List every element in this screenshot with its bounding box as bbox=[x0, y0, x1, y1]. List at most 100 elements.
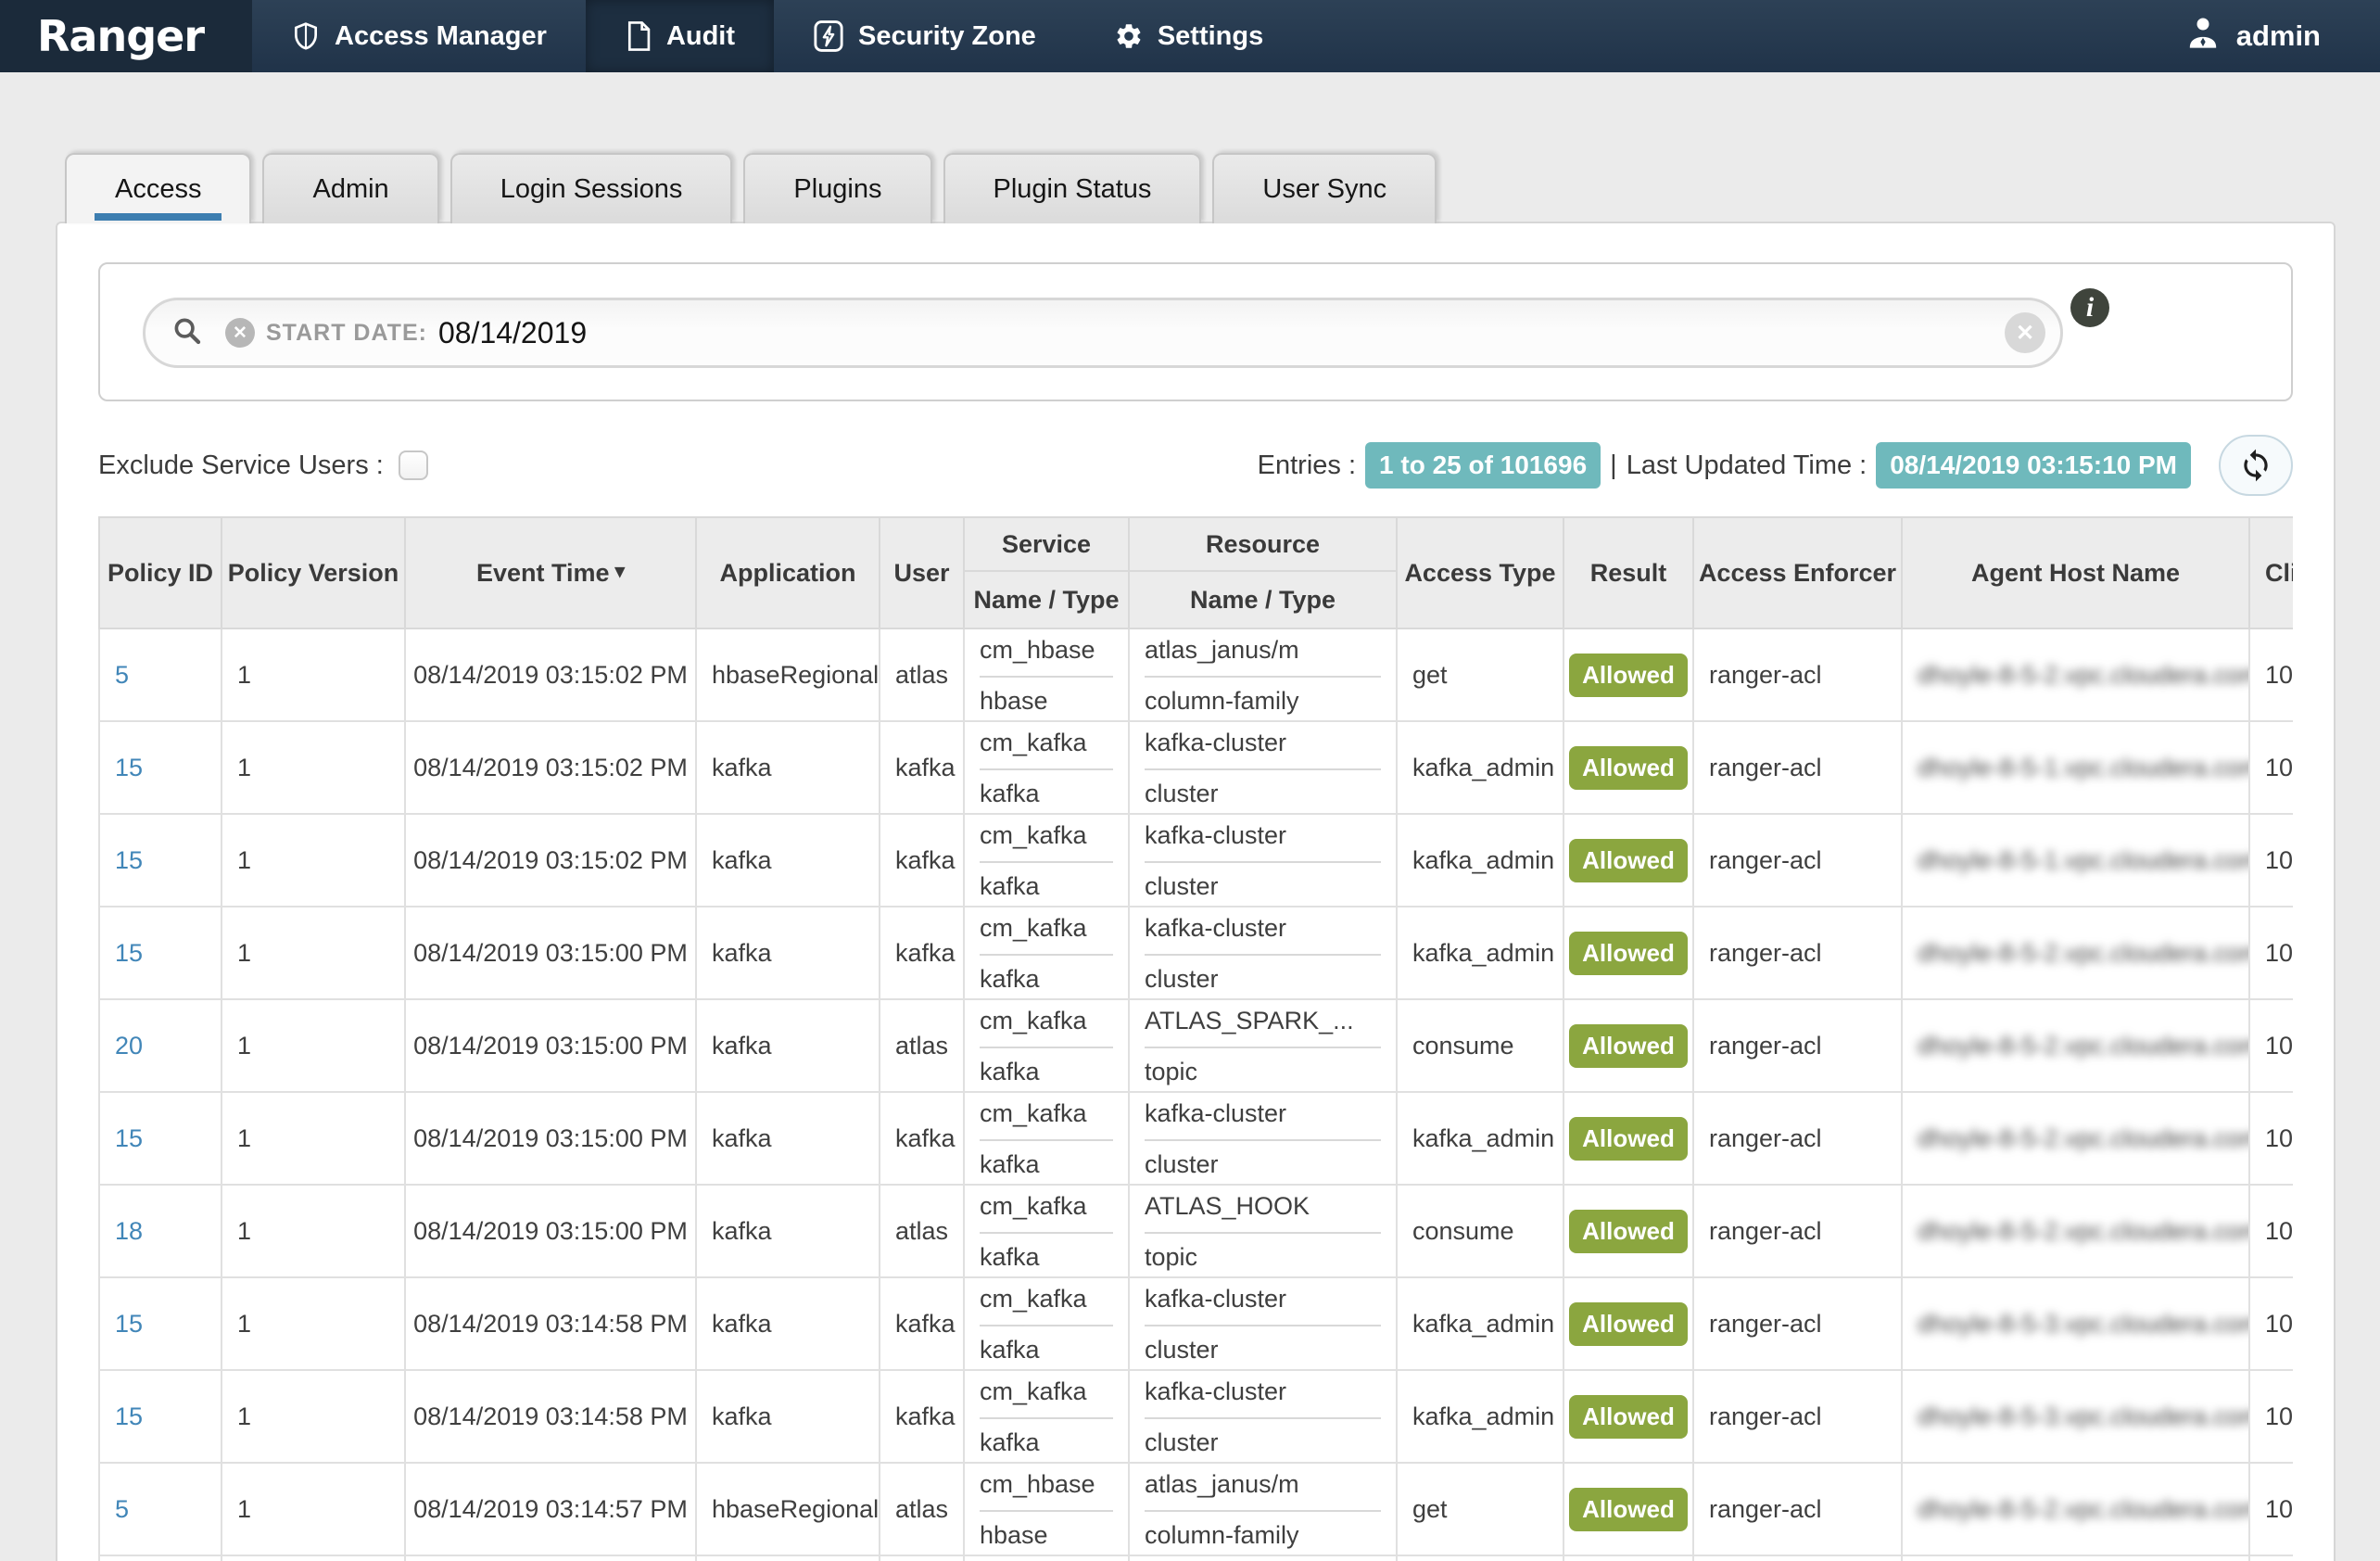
nav-item-access-manager[interactable]: Access Manager bbox=[252, 0, 586, 72]
cell-policy-version: 1 bbox=[222, 1092, 405, 1185]
service-name: cm_kafka bbox=[980, 1284, 1113, 1326]
header-application: Application bbox=[696, 517, 880, 628]
cell-agent-host: dhoyle-8-5-2.vpc.cloudera.com bbox=[1902, 1092, 2249, 1185]
header-access-enforcer: Access Enforcer bbox=[1693, 517, 1902, 628]
service-name: cm_kafka bbox=[980, 1377, 1113, 1419]
agent-host-blurred-text: dhoyle-8-5-2.vpc.cloudera.com bbox=[1918, 1124, 2249, 1152]
cell-service: cm_kafkakafka bbox=[964, 721, 1129, 814]
header-event-time[interactable]: Event Time▾ bbox=[405, 517, 696, 628]
policy-id-link[interactable]: 15 bbox=[115, 1124, 143, 1152]
cell-event-time: 08/14/2019 03:15:02 PM bbox=[405, 628, 696, 721]
cell-resource: kafka-clustercluster bbox=[1129, 907, 1397, 999]
tab-label: User Sync bbox=[1262, 174, 1386, 205]
cell-event-time: 08/14/2019 03:14:58 PM bbox=[405, 1277, 696, 1370]
cell-policy-version: 1 bbox=[222, 814, 405, 907]
service-type: kafka bbox=[980, 770, 1113, 808]
user-menu[interactable]: admin bbox=[2184, 0, 2380, 72]
cell-policy-version: 1 bbox=[222, 628, 405, 721]
result-badge: Allowed bbox=[1569, 1210, 1688, 1253]
cell-result: Allowed bbox=[1563, 1370, 1693, 1463]
resource-type: column-family bbox=[1145, 1512, 1381, 1550]
tab-plugin-status[interactable]: Plugin Status bbox=[943, 153, 1202, 223]
cell-empty bbox=[1397, 1555, 1563, 1561]
header-user: User bbox=[880, 517, 964, 628]
service-type: hbase bbox=[980, 1512, 1113, 1550]
cell-resource: kafka-clustercluster bbox=[1129, 1370, 1397, 1463]
cell-event-time: 08/14/2019 03:15:02 PM bbox=[405, 814, 696, 907]
nav-item-security-zone[interactable]: Security Zone bbox=[774, 0, 1075, 72]
policy-id-link[interactable]: 5 bbox=[115, 1495, 129, 1523]
cell-user: atlas bbox=[880, 1185, 964, 1277]
cell-resource: atlas_janus/mcolumn-family bbox=[1129, 628, 1397, 721]
nav-item-audit[interactable]: Audit bbox=[586, 0, 774, 72]
info-icon[interactable]: i bbox=[2070, 288, 2109, 327]
cell-result: Allowed bbox=[1563, 814, 1693, 907]
service-name: cm_kafka bbox=[980, 820, 1113, 863]
tab-plugins[interactable]: Plugins bbox=[743, 153, 931, 223]
tab-login-sessions[interactable]: Login Sessions bbox=[450, 153, 733, 223]
cell-result: Allowed bbox=[1563, 1277, 1693, 1370]
service-type: kafka bbox=[980, 1419, 1113, 1457]
cell-user: kafka bbox=[880, 1277, 964, 1370]
result-badge: Allowed bbox=[1569, 932, 1688, 975]
header-result: Result bbox=[1563, 517, 1693, 628]
service-type: kafka bbox=[980, 1048, 1113, 1086]
policy-id-link[interactable]: 15 bbox=[115, 1402, 143, 1430]
ranger-logo[interactable]: Ranger bbox=[0, 0, 252, 72]
cell-access-enforcer: ranger-acl bbox=[1693, 1463, 1902, 1555]
cell-agent-host: dhoyle-8-5-2.vpc.cloudera.com bbox=[1902, 907, 2249, 999]
cell-user: kafka bbox=[880, 721, 964, 814]
resource-type: topic bbox=[1145, 1234, 1381, 1272]
bolt-icon bbox=[813, 19, 844, 53]
resource-type: topic bbox=[1145, 1048, 1381, 1086]
resource-type: cluster bbox=[1145, 1141, 1381, 1179]
policy-id-link[interactable]: 15 bbox=[115, 754, 143, 781]
cell-service: cm_hbasehbase bbox=[964, 1463, 1129, 1555]
remove-filter-icon[interactable]: ✕ bbox=[225, 318, 255, 348]
cell-policy-id: 20 bbox=[99, 999, 222, 1092]
cell-client-ip: 10. bbox=[2249, 1370, 2293, 1463]
cell-result: Allowed bbox=[1563, 1185, 1693, 1277]
resource-name: atlas_janus/m bbox=[1145, 635, 1381, 678]
header-access-type: Access Type bbox=[1397, 517, 1563, 628]
table-row: 15 1 08/14/2019 03:14:58 PM kafka kafka … bbox=[99, 1370, 2293, 1463]
policy-id-link[interactable]: 15 bbox=[115, 1310, 143, 1338]
agent-host-blurred-text: dhoyle-8-5-2.vpc.cloudera.com bbox=[1918, 661, 2249, 689]
policy-id-link[interactable]: 15 bbox=[115, 846, 143, 874]
policy-id-link[interactable]: 18 bbox=[115, 1217, 143, 1245]
tab-admin[interactable]: Admin bbox=[262, 153, 438, 223]
refresh-button[interactable] bbox=[2219, 435, 2293, 496]
policy-id-link[interactable]: 15 bbox=[115, 939, 143, 967]
policy-id-link[interactable]: 5 bbox=[115, 661, 129, 689]
last-updated-badge: 08/14/2019 03:15:10 PM bbox=[1876, 442, 2191, 489]
header-service-name-type: Name / Type bbox=[964, 571, 1129, 628]
cell-user: kafka bbox=[880, 907, 964, 999]
cell-empty bbox=[405, 1555, 696, 1561]
cell-client-ip: 10. bbox=[2249, 1185, 2293, 1277]
cell-empty bbox=[1129, 1555, 1397, 1561]
cell-service: cm_kafkakafka bbox=[964, 1092, 1129, 1185]
cell-policy-version: 1 bbox=[222, 999, 405, 1092]
cell-service: cm_kafkakafka bbox=[964, 907, 1129, 999]
cell-access-type: get bbox=[1397, 1463, 1563, 1555]
table-row: 15 1 08/14/2019 03:15:02 PM kafka kafka … bbox=[99, 721, 2293, 814]
policy-id-link[interactable]: 20 bbox=[115, 1032, 143, 1060]
table-toolbar: Exclude Service Users : Entries : 1 to 2… bbox=[98, 435, 2293, 496]
cell-service: cm_kafkakafka bbox=[964, 1277, 1129, 1370]
nav-item-settings[interactable]: Settings bbox=[1075, 0, 1302, 72]
search-input[interactable]: ✕ START DATE: 08/14/2019 ✕ bbox=[143, 298, 2063, 368]
tab-user-sync[interactable]: User Sync bbox=[1212, 153, 1437, 223]
table-row: 15 1 08/14/2019 03:15:00 PM kafka kafka … bbox=[99, 907, 2293, 999]
tab-access[interactable]: Access bbox=[65, 153, 251, 223]
header-policy-id: Policy ID bbox=[99, 517, 222, 628]
clear-search-icon[interactable]: ✕ bbox=[2005, 312, 2045, 353]
resource-type: cluster bbox=[1145, 1419, 1381, 1457]
nav-item-label: Security Zone bbox=[858, 21, 1036, 52]
cell-event-time: 08/14/2019 03:15:00 PM bbox=[405, 1185, 696, 1277]
cell-service: cm_kafkakafka bbox=[964, 1185, 1129, 1277]
exclude-service-users-checkbox[interactable] bbox=[399, 451, 428, 480]
table-row: 15 1 08/14/2019 03:15:02 PM kafka kafka … bbox=[99, 814, 2293, 907]
cell-agent-host: dhoyle-8-5-2.vpc.cloudera.com bbox=[1902, 999, 2249, 1092]
cell-user: atlas bbox=[880, 628, 964, 721]
resource-name: kafka-cluster bbox=[1145, 728, 1381, 770]
